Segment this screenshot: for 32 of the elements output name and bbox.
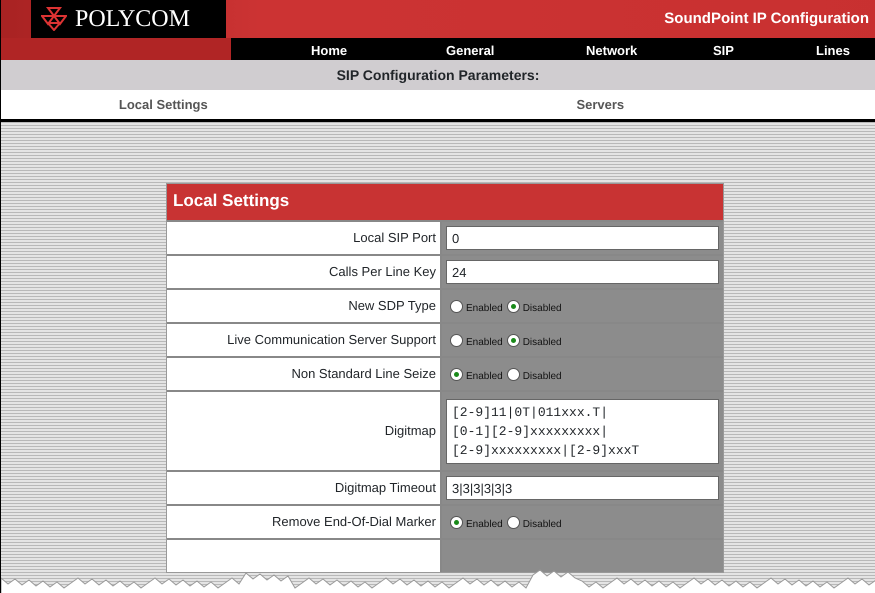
nav-link[interactable]: SIP bbox=[713, 41, 734, 60]
logo-text: POLYCOM bbox=[75, 5, 190, 34]
radio-button[interactable] bbox=[506, 516, 520, 528]
nav-link[interactable]: General bbox=[446, 41, 494, 60]
logo-icon bbox=[41, 7, 67, 31]
radio-button[interactable] bbox=[450, 334, 463, 346]
radio-button[interactable] bbox=[506, 368, 520, 380]
radio-button[interactable] bbox=[506, 300, 520, 312]
radio-label: Disabled bbox=[522, 336, 562, 350]
section-title: SIP Configuration Parameters: bbox=[336, 67, 540, 83]
radio-label: Enabled bbox=[466, 336, 503, 350]
subtab-link[interactable]: Servers bbox=[576, 96, 624, 112]
radio-button[interactable] bbox=[506, 334, 520, 346]
radio-label: Enabled bbox=[466, 302, 503, 316]
radio-button[interactable] bbox=[450, 368, 463, 380]
text-area[interactable]: [2-9]11|0T|011xxx.T| [0-1][2-9]xxxxxxxxx| [2-9]xxxxxxxxx|[2-9]xxxT bbox=[446, 398, 719, 464]
input-field[interactable]: 3|3|3|3|3|3 bbox=[446, 476, 719, 500]
input-field[interactable]: 24 bbox=[446, 260, 719, 284]
radio-button[interactable] bbox=[450, 300, 463, 312]
radio-label: Disabled bbox=[522, 518, 562, 532]
nav-link[interactable]: Network bbox=[586, 41, 638, 60]
page-title: SoundPoint IP Configuration bbox=[664, 8, 870, 29]
subtab-link[interactable]: Local Settings bbox=[118, 96, 208, 112]
radio-label: Disabled bbox=[522, 370, 562, 384]
nav-link[interactable]: Lines bbox=[816, 41, 850, 60]
radio-label: Disabled bbox=[522, 302, 562, 316]
radio-button[interactable] bbox=[450, 516, 463, 528]
panel-header: Local Settings bbox=[167, 184, 723, 220]
nav-link[interactable]: Home bbox=[311, 41, 348, 60]
radio-label: Enabled bbox=[466, 370, 503, 384]
radio-label: Enabled bbox=[466, 518, 503, 532]
input-field[interactable]: 0 bbox=[446, 226, 719, 250]
